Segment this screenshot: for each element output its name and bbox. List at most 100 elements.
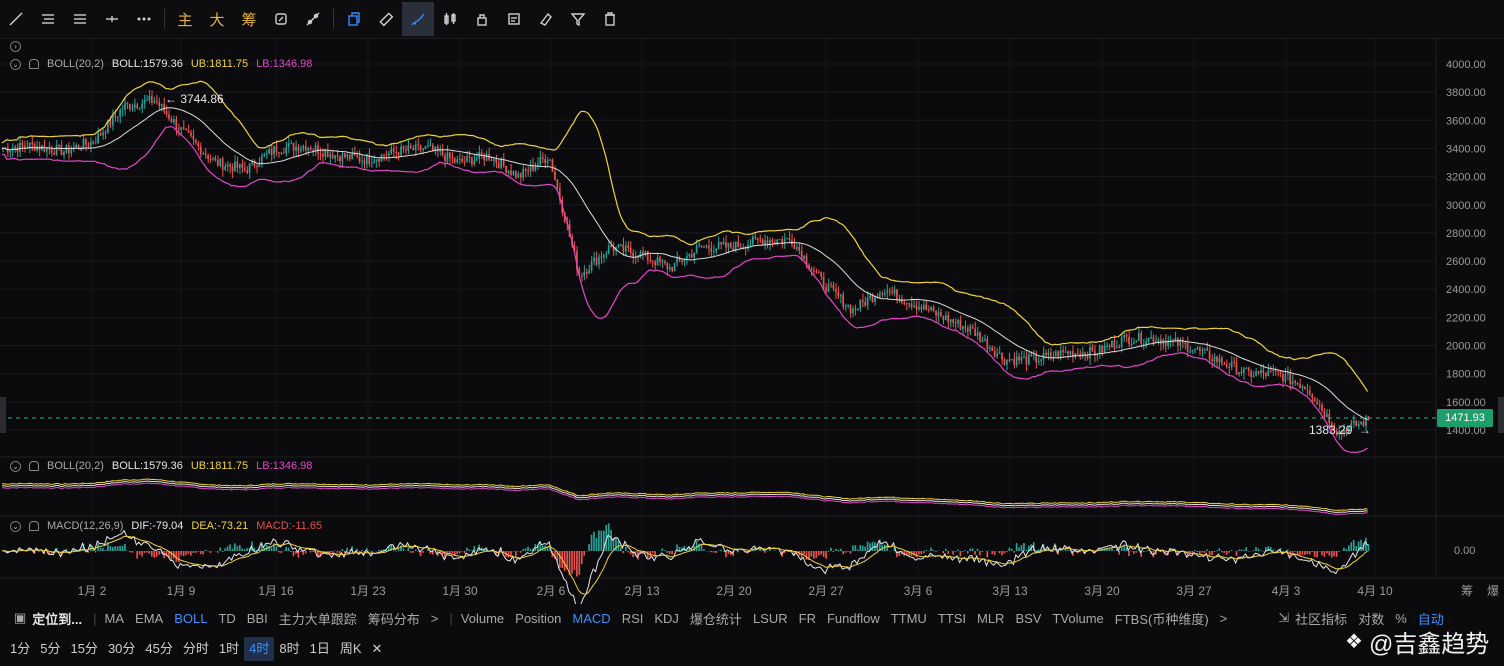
indicator-liquidation[interactable]: 爆仓统计 <box>690 609 742 628</box>
candle-body <box>942 316 945 321</box>
tf-15m[interactable]: 15分 <box>65 637 102 661</box>
measure-icon[interactable] <box>297 2 329 36</box>
candle-body <box>646 251 649 261</box>
filter-icon[interactable] <box>562 2 594 36</box>
indicator-kdj[interactable]: KDJ <box>654 611 679 626</box>
macd-bar <box>451 551 454 554</box>
tf-4h[interactable]: 4时 <box>244 637 275 661</box>
candle-body <box>979 332 981 342</box>
candle-body <box>944 315 947 321</box>
macd-bar <box>119 545 121 551</box>
indicator-ttmu[interactable]: TTMU <box>891 611 927 626</box>
candle-body <box>627 245 630 248</box>
note-icon[interactable] <box>498 2 530 36</box>
indicator-volume[interactable]: Volume <box>461 611 504 626</box>
tf-45m[interactable]: 45分 <box>140 637 177 661</box>
candle-body <box>827 284 830 292</box>
macd-bar <box>197 551 200 552</box>
calendar-icon[interactable]: ▣ <box>14 610 26 626</box>
candle-body <box>89 141 92 147</box>
macd-bar <box>336 551 339 553</box>
eraser-icon[interactable] <box>530 2 562 36</box>
sub-indicator-more[interactable]: > <box>1220 611 1228 626</box>
chevron-down-icon[interactable]: ⌄ <box>10 520 21 532</box>
tf-timeshare[interactable]: 分时 <box>178 637 214 661</box>
trash-icon[interactable] <box>594 2 626 36</box>
main-force-tool[interactable]: 主 <box>169 2 201 36</box>
macd-bar <box>312 551 314 552</box>
bell-icon[interactable] <box>29 521 39 531</box>
indicator-ema[interactable]: EMA <box>135 611 163 626</box>
tf-30m[interactable]: 30分 <box>103 637 140 661</box>
tf-1d[interactable]: 1日 <box>305 637 335 661</box>
close-icon[interactable]: ✕ <box>367 637 388 661</box>
indicator-boll[interactable]: BOLL <box>174 611 207 626</box>
tf-1h[interactable]: 1时 <box>214 637 244 661</box>
indicator-td[interactable]: TD <box>218 611 235 626</box>
chevron-right-icon[interactable]: › <box>10 41 21 52</box>
candle-body <box>1308 390 1311 395</box>
large-order-tool[interactable]: 大 <box>201 2 233 36</box>
indicator-mlr[interactable]: MLR <box>977 611 1004 626</box>
more-dots-icon[interactable] <box>128 2 160 36</box>
candle-body <box>495 159 498 164</box>
bell-icon[interactable] <box>29 59 39 69</box>
indicator-bbi[interactable]: BBI <box>247 611 268 626</box>
indicator-fundflow[interactable]: Fundflow <box>827 611 880 626</box>
chevron-down-icon[interactable]: ⌄ <box>10 460 21 472</box>
chevron-down-icon[interactable]: ⌄ <box>10 58 21 70</box>
magnet-icon[interactable] <box>265 2 297 36</box>
macd-bar <box>1230 549 1233 551</box>
candle-body <box>1296 382 1299 385</box>
macd-bar <box>1015 543 1018 551</box>
candle-body <box>871 295 874 302</box>
macd-bar <box>578 551 581 575</box>
candle-body <box>1199 347 1201 351</box>
candle-body <box>1101 345 1103 353</box>
bell-icon[interactable] <box>29 461 39 471</box>
y-tick-label: 1800.00 <box>1446 369 1486 381</box>
left-scroll-handle[interactable] <box>0 397 6 433</box>
indicator-position[interactable]: Position <box>515 611 561 626</box>
copy-icon[interactable] <box>338 2 370 36</box>
community-indicators[interactable]: 社区指标 <box>1295 609 1347 628</box>
lock-icon[interactable] <box>466 2 498 36</box>
brush-icon[interactable] <box>402 2 434 36</box>
indicator-fr[interactable]: FR <box>799 611 816 626</box>
indicator-bsv[interactable]: BSV <box>1015 611 1041 626</box>
y-tick-label: 3400.00 <box>1446 143 1486 155</box>
candle-body <box>690 254 693 258</box>
indicator-chips[interactable]: 筹码分布 <box>368 609 420 628</box>
indicator-tvolume[interactable]: TVolume <box>1052 611 1103 626</box>
tf-1m[interactable]: 1分 <box>5 637 35 661</box>
horizontal-lines-icon[interactable] <box>32 2 64 36</box>
candle-body <box>1228 367 1230 369</box>
locate-button[interactable]: 定位到... <box>32 609 82 628</box>
tf-8h[interactable]: 8时 <box>274 637 304 661</box>
indicator-rsi[interactable]: RSI <box>622 611 644 626</box>
indicator-lsur[interactable]: LSUR <box>753 611 788 626</box>
candle-body <box>761 239 764 245</box>
indicator-main-force[interactable]: 主力大单跟踪 <box>279 609 357 628</box>
indicator-ftbs[interactable]: FTBS(币种维度) <box>1115 609 1209 628</box>
trend-line-icon[interactable] <box>0 2 32 36</box>
chips-tool[interactable]: 筹 <box>233 2 265 36</box>
indicator-ma[interactable]: MA <box>105 611 125 626</box>
indicator-ttsi[interactable]: TTSI <box>938 611 966 626</box>
tf-5m[interactable]: 5分 <box>35 637 65 661</box>
ruler-icon[interactable] <box>370 2 402 36</box>
main-indicator-more[interactable]: > <box>431 611 439 626</box>
candle-icon[interactable] <box>434 2 466 36</box>
candle-body <box>1194 349 1196 351</box>
macd-bar <box>1355 546 1357 551</box>
candle-body <box>326 150 329 158</box>
crosshair-icon[interactable] <box>96 2 128 36</box>
macd-bar <box>827 551 830 552</box>
community-icon[interactable]: ⇲ <box>1278 610 1289 626</box>
indicator-macd[interactable]: MACD <box>572 611 610 626</box>
parallel-lines-icon[interactable] <box>64 2 96 36</box>
right-scroll-handle[interactable] <box>1498 397 1504 433</box>
collapse-panel-toggle[interactable]: › <box>10 41 21 52</box>
candle-body <box>370 163 373 165</box>
tf-week[interactable]: 周K <box>335 637 367 661</box>
